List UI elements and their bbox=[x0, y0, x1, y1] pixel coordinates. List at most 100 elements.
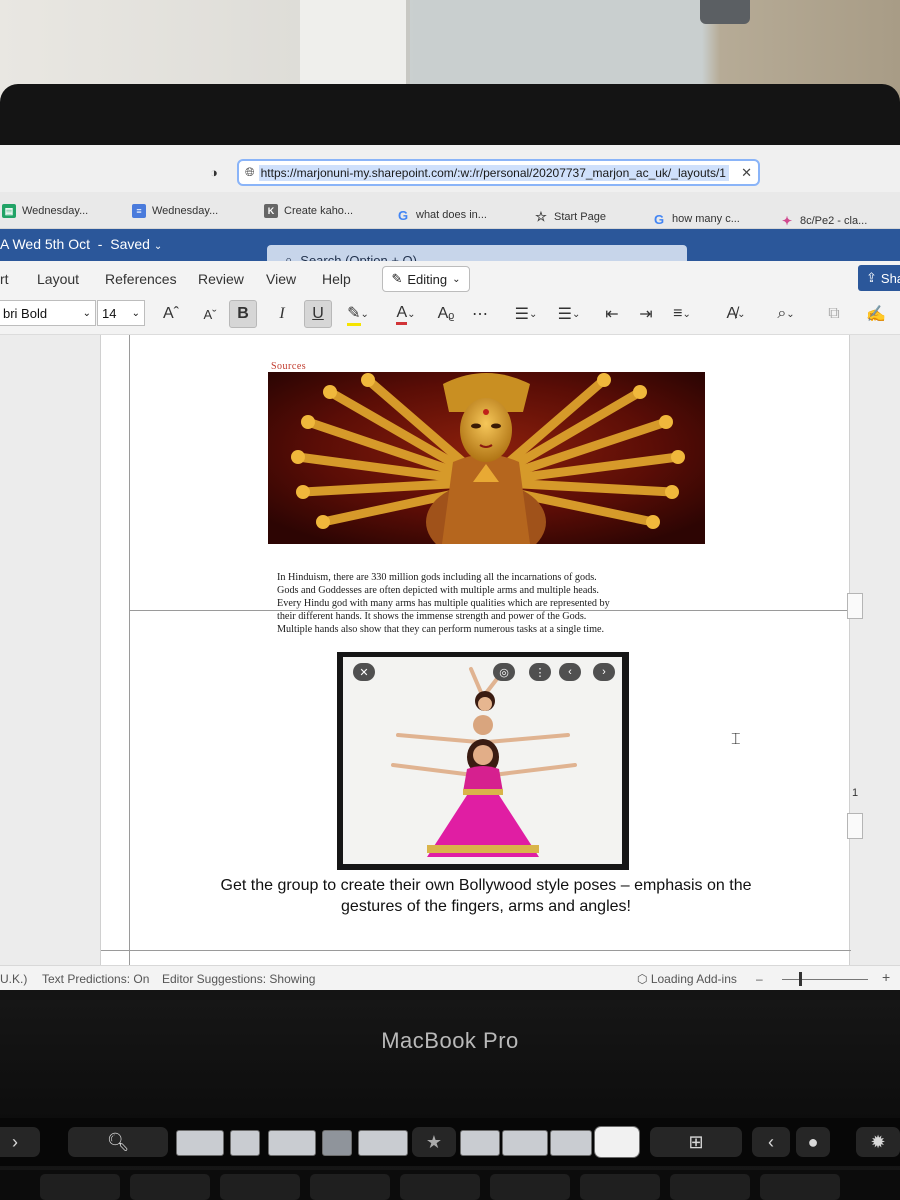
zoom-out-button[interactable]: – bbox=[756, 972, 763, 986]
browser-tab[interactable]: ▤ Wednesday... bbox=[2, 200, 88, 222]
tab-thumbnail[interactable] bbox=[460, 1130, 500, 1156]
brightness-low-icon[interactable]: ‹ bbox=[752, 1127, 790, 1157]
tab-thumbnail[interactable] bbox=[502, 1130, 548, 1156]
align-icon[interactable]: ≡ ⌄ bbox=[668, 300, 696, 328]
zoom-slider-track[interactable] bbox=[782, 979, 868, 980]
clear-url-icon[interactable]: ✕ bbox=[741, 165, 752, 181]
key[interactable] bbox=[310, 1174, 390, 1200]
underline-icon[interactable]: U bbox=[304, 300, 332, 328]
tab-references[interactable]: References bbox=[105, 271, 177, 287]
bullets-icon[interactable]: ☰ ⌄ bbox=[512, 300, 540, 328]
star-icon[interactable]: ★ bbox=[412, 1127, 456, 1157]
caption-line: Get the group to create their own Bollyw… bbox=[220, 877, 752, 894]
caption-line: gestures of the fingers, arms and angles… bbox=[341, 898, 631, 915]
tab-thumbnail[interactable] bbox=[550, 1130, 592, 1156]
key[interactable] bbox=[580, 1174, 660, 1200]
tab-thumbnail-active[interactable] bbox=[594, 1126, 640, 1158]
more-icon[interactable]: ⋯ bbox=[466, 300, 494, 328]
expand-icon[interactable]: › bbox=[0, 1127, 40, 1157]
lens-icon[interactable]: ◎ bbox=[493, 663, 515, 681]
font-name-value: bri Bold bbox=[3, 305, 48, 321]
font-color-icon[interactable]: A ⌄ bbox=[392, 300, 420, 328]
durga-goddess-image[interactable] bbox=[268, 372, 705, 544]
chevron-right-icon[interactable]: › bbox=[593, 663, 615, 681]
browser-tab[interactable]: G how many c... bbox=[652, 208, 740, 230]
new-tab-icon[interactable]: ⊞ bbox=[650, 1127, 742, 1157]
siri-icon[interactable]: ● bbox=[796, 1127, 830, 1157]
tab-thumbnail[interactable] bbox=[268, 1130, 316, 1156]
tab-thumbnail[interactable] bbox=[176, 1130, 224, 1156]
highlight-icon[interactable]: ✎ ⌄ bbox=[344, 300, 372, 328]
addins-status[interactable]: ⬡ Loading Add-ins bbox=[637, 972, 737, 986]
editor-suggestions-status[interactable]: Editor Suggestions: Showing bbox=[162, 972, 315, 986]
tab-help[interactable]: Help bbox=[322, 271, 351, 287]
styles-icon[interactable]: A̸ ⌄ bbox=[722, 300, 750, 328]
dictate-icon[interactable]: ⧉ bbox=[820, 300, 848, 328]
numbering-icon[interactable]: ☰ ⌄ bbox=[555, 300, 583, 328]
increase-indent-icon[interactable]: ⇥ bbox=[632, 300, 660, 328]
text-predictions-status[interactable]: Text Predictions: On bbox=[42, 972, 149, 986]
editor-icon[interactable]: ✍ bbox=[862, 300, 890, 328]
google-icon: G bbox=[397, 207, 409, 223]
tab-thumbnail[interactable] bbox=[358, 1130, 408, 1156]
close-icon[interactable]: ✕ bbox=[353, 663, 375, 681]
bollywood-photo: ✕ ◎ ⋮ ‹ › bbox=[343, 657, 622, 864]
tab-review[interactable]: Review bbox=[198, 271, 244, 287]
key[interactable] bbox=[220, 1174, 300, 1200]
tab-insert[interactable]: rt bbox=[0, 271, 9, 287]
grow-font-icon[interactable]: Aˆ bbox=[157, 300, 185, 328]
bollywood-pose-image[interactable]: ✕ ◎ ⋮ ‹ › bbox=[337, 652, 629, 870]
decrease-indent-icon[interactable]: ⇤ bbox=[598, 300, 626, 328]
paragraph-line: In Hinduism, there are 330 million gods … bbox=[277, 572, 597, 583]
zoom-in-button[interactable]: + bbox=[882, 969, 890, 985]
keyboard-row bbox=[0, 1170, 900, 1200]
browser-tab[interactable]: ≡ Wednesday... bbox=[132, 200, 218, 222]
tab-layout[interactable]: Layout bbox=[37, 271, 79, 287]
clear-formatting-icon[interactable]: Aᵨ bbox=[432, 300, 460, 328]
bold-icon[interactable]: B bbox=[229, 300, 257, 328]
comment-marker[interactable] bbox=[847, 593, 863, 619]
italic-icon[interactable]: I bbox=[268, 300, 296, 328]
tracking-shield-icon[interactable]: ◑ bbox=[210, 165, 218, 180]
share-button[interactable]: ⇪ Sha bbox=[858, 265, 900, 291]
shrink-font-icon[interactable]: Aˇ bbox=[196, 300, 224, 328]
page-number: 1 bbox=[852, 787, 859, 799]
key[interactable] bbox=[400, 1174, 480, 1200]
paragraph-line: Multiple hands also show that they can p… bbox=[277, 624, 605, 635]
tab-thumbnail[interactable] bbox=[322, 1130, 352, 1156]
activity-instruction[interactable]: Get the group to create their own Bollyw… bbox=[191, 875, 781, 917]
editing-mode-button[interactable]: ✎ Editing ⌄ bbox=[382, 266, 470, 292]
table-border bbox=[101, 950, 851, 951]
more-vertical-icon[interactable]: ⋮ bbox=[529, 663, 551, 681]
url-text[interactable]: https://marjonuni-my.sharepoint.com/:w:/… bbox=[258, 164, 729, 181]
find-icon[interactable]: ⌕ ⌄ bbox=[772, 300, 800, 328]
address-bar[interactable]: 🌐︎ https://marjonuni-my.sharepoint.com/:… bbox=[237, 159, 760, 186]
zoom-slider-thumb[interactable] bbox=[799, 972, 802, 986]
table-border bbox=[129, 335, 130, 965]
key[interactable] bbox=[670, 1174, 750, 1200]
paragraph-line: their different hands. It shows the imme… bbox=[277, 611, 587, 622]
key[interactable] bbox=[490, 1174, 570, 1200]
language-status[interactable]: U.K.) bbox=[0, 972, 27, 986]
document-page[interactable]: Sources In Hinduism, there are 330 milli… bbox=[100, 335, 851, 965]
tab-thumbnail[interactable] bbox=[230, 1130, 260, 1156]
tab-label: Wednesday... bbox=[22, 205, 89, 217]
kahoot-icon: K bbox=[264, 204, 278, 218]
star-icon: ☆ bbox=[535, 209, 547, 224]
share-label: Sha bbox=[880, 270, 900, 286]
browser-tab[interactable]: ☆ Start Page bbox=[534, 206, 606, 228]
search-icon[interactable]: 🔍︎ bbox=[68, 1127, 168, 1157]
font-size-select[interactable]: 14 ⌄ bbox=[97, 300, 145, 326]
document-title[interactable]: A Wed 5th Oct - Saved ⌄ bbox=[0, 236, 162, 252]
chevron-left-icon[interactable]: ‹ bbox=[559, 663, 581, 681]
browser-tab[interactable]: G what does in... bbox=[396, 204, 487, 226]
font-name-select[interactable]: bri Bold ⌄ bbox=[0, 300, 96, 326]
tab-view[interactable]: View bbox=[266, 271, 296, 287]
key[interactable] bbox=[130, 1174, 210, 1200]
key[interactable] bbox=[40, 1174, 120, 1200]
brightness-icon[interactable]: ✹ bbox=[856, 1127, 900, 1157]
comment-marker[interactable] bbox=[847, 813, 863, 839]
key[interactable] bbox=[760, 1174, 840, 1200]
browser-tab[interactable]: K Create kaho... bbox=[264, 200, 353, 222]
hinduism-paragraph[interactable]: In Hinduism, there are 330 million gods … bbox=[277, 571, 697, 636]
